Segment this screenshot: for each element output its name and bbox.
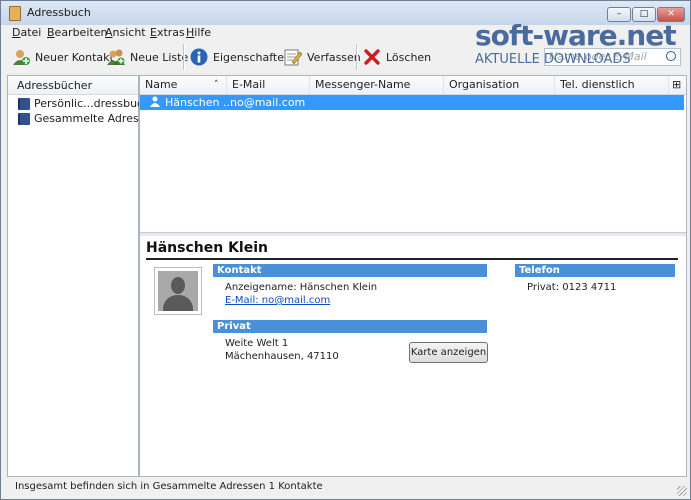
toolbar-separator [356,44,358,70]
street-text: Weite Welt 1 [225,338,289,349]
new-contact-icon [12,48,30,66]
search-input[interactable]: Name oder E-Mail [544,48,681,66]
menu-ansicht[interactable]: Ansicht [105,26,146,39]
address-book-app-icon [9,6,21,21]
delete-label: Löschen [386,50,432,64]
compose-button[interactable]: Verfassen [284,45,361,69]
column-phone-work[interactable]: Tel. dienstlich [555,76,669,94]
close-button[interactable]: ✕ [657,7,685,22]
resize-grip-icon[interactable] [677,486,687,496]
sort-ascending-icon: ˄ [214,80,219,90]
column-email[interactable]: E-Mail [227,76,310,94]
column-picker-icon[interactable]: ⊞ [669,76,686,94]
info-icon [190,48,208,66]
compose-icon [284,48,303,66]
column-organisation[interactable]: Organisation [444,76,555,94]
table-row[interactable]: Hänschen ... no@mail.com [140,95,684,110]
phone-section-header: Telefon [515,264,675,277]
menu-datei[interactable]: Datei [12,26,41,39]
row-email-cell: no@mail.com [230,96,306,109]
menu-extras[interactable]: Extras [150,26,185,39]
new-contact-button[interactable]: Neuer Kontakt [12,45,114,69]
avatar-placeholder-icon [158,271,198,311]
properties-label: Eigenschaften [213,50,291,64]
toolbar-separator [183,44,185,70]
column-header-row: Name ˄ E-Mail Messenger-Name Organisatio… [140,76,686,95]
contact-pane: Name ˄ E-Mail Messenger-Name Organisatio… [139,75,687,477]
contact-card-name: Hänschen Klein [146,240,268,256]
city-text: Mächenhausen, 47110 [225,351,339,362]
contact-icon [150,96,160,110]
avatar [154,267,202,315]
show-map-button[interactable]: Karte anzeigen [409,342,488,363]
menu-bearbeiten[interactable]: Bearbeiten [47,26,107,39]
new-list-label: Neue Liste [130,50,189,64]
tree-item-label: Persönlic...dressbuch [34,97,151,110]
address-book-icon [18,97,30,110]
new-list-button[interactable]: Neue Liste [107,45,188,69]
window-title: Adressbuch [27,6,91,19]
phone-text: Privat: 0123 4711 [527,282,617,293]
status-text: Insgesamt befinden sich in Gesammelte Ad… [15,481,323,492]
search-placeholder: Name oder E-Mail [549,50,647,63]
address-book-tree[interactable]: Adressbücher Persönlic...dressbuch Gesam… [7,75,158,477]
maximize-button[interactable]: □ [632,7,656,22]
pane-splitter[interactable] [140,232,686,236]
search-icon[interactable] [666,51,676,61]
address-books-header[interactable]: Adressbücher [8,76,138,95]
status-bar: Insgesamt befinden sich in Gesammelte Ad… [1,477,690,499]
display-name-text: Anzeigename: Hänschen Klein [225,282,378,293]
address-book-icon [18,112,30,125]
new-contact-label: Neuer Kontakt [35,50,114,64]
minimize-button[interactable]: – [607,7,631,22]
tree-item-personal[interactable]: Persönlic...dressbuch [18,97,150,110]
row-name-cell: Hänschen ... [165,96,234,109]
delete-button[interactable]: Löschen [363,45,431,69]
private-section-header: Privat [213,320,487,333]
menu-bar: Datei Bearbeiten Ansicht Extras Hilfe [1,25,690,41]
properties-button[interactable]: Eigenschaften [190,45,291,69]
column-messenger[interactable]: Messenger-Name [310,76,444,94]
address-book-window: Adressbuch – □ ✕ Datei Bearbeiten Ansich… [0,0,691,500]
new-list-icon [107,48,125,66]
menu-hilfe[interactable]: Hilfe [186,26,211,39]
card-divider [146,258,678,260]
title-bar[interactable]: Adressbuch – □ ✕ [1,1,690,25]
compose-label: Verfassen [307,50,361,64]
contact-section-header: Kontakt [213,264,487,277]
tree-item-collected[interactable]: Gesammelte Adressen [18,112,158,125]
email-link[interactable]: E-Mail: no@mail.com [225,295,330,306]
delete-icon [363,48,381,66]
